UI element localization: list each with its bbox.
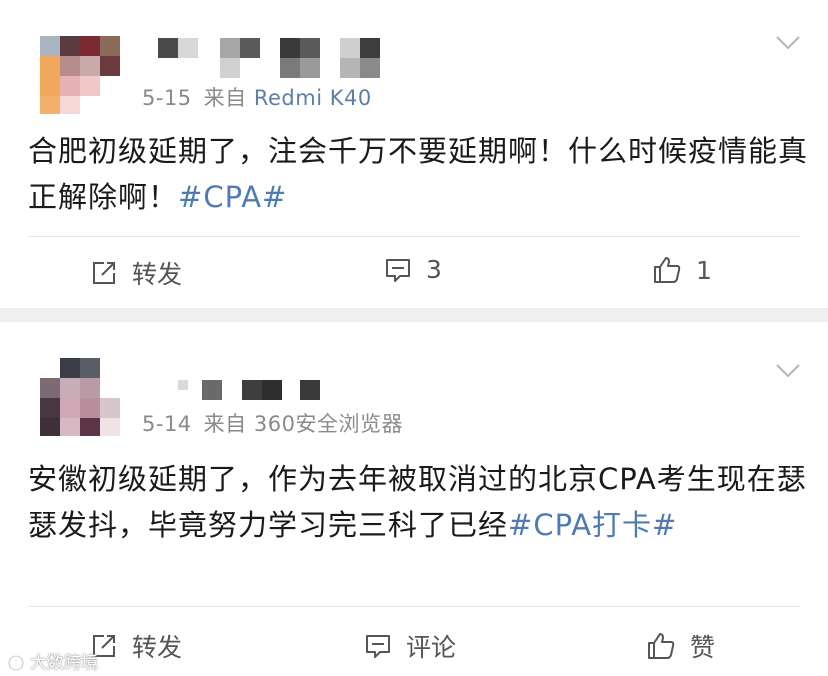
comment-button[interactable]: 评论	[364, 628, 456, 664]
post-text: 合肥初级延期了，注会千万不要延期啊！什么时候疫情能真正解除啊！#CPA#	[28, 128, 808, 220]
repost-button[interactable]: 转发	[90, 628, 182, 664]
source-prefix: 来自	[203, 412, 247, 436]
comment-icon	[366, 635, 390, 658]
comment-icon	[386, 258, 410, 282]
post-body: 安徽初级延期了，作为去年被取消过的北京CPA考生现在瑟瑟发抖，毕竟努力学习完三科…	[28, 462, 807, 542]
like-icon	[648, 633, 675, 659]
post-meta: 5-14 来自 360安全浏览器	[142, 408, 403, 438]
post-card-2: 5-14 来自 360安全浏览器 安徽初级延期了，作为去年被取消过的北京CPA考生…	[0, 322, 828, 676]
like-button[interactable]: 1	[652, 255, 712, 285]
watermark-text: 大数跨境	[30, 653, 98, 673]
avatar[interactable]	[40, 36, 122, 114]
like-count: 1	[696, 255, 712, 285]
watermark: 大数跨境	[6, 648, 98, 673]
hashtag-link[interactable]: #CPA打卡#	[508, 508, 677, 542]
repost-icon	[93, 262, 115, 284]
watermark-logo-icon	[8, 655, 24, 671]
post-separator	[0, 308, 828, 322]
comment-label: 评论	[406, 633, 457, 662]
avatar[interactable]	[40, 358, 122, 436]
post-date: 5-14	[142, 412, 192, 436]
repost-label: 转发	[132, 633, 183, 662]
comment-button[interactable]: 3	[384, 255, 442, 284]
post-date: 5-15	[142, 86, 192, 110]
hashtag-link[interactable]: #CPA#	[178, 180, 287, 214]
like-icon	[654, 257, 681, 283]
repost-button[interactable]: 转发	[90, 255, 182, 291]
post-source[interactable]: 360安全浏览器	[254, 412, 403, 436]
post-meta: 5-15 来自 Redmi K40	[142, 82, 372, 112]
source-prefix: 来自	[203, 86, 247, 110]
repost-label: 转发	[132, 260, 183, 289]
post-text: 安徽初级延期了，作为去年被取消过的北京CPA考生现在瑟瑟发抖，毕竟努力学习完三科…	[28, 456, 808, 548]
post-source[interactable]: Redmi K40	[254, 86, 372, 110]
divider	[28, 236, 800, 237]
divider	[28, 606, 800, 607]
like-button[interactable]: 赞	[646, 628, 715, 664]
like-label: 赞	[690, 633, 716, 662]
post-card-1: 5-15 来自 Redmi K40 合肥初级延期了，注会千万不要延期啊！什么时候疫…	[0, 0, 828, 308]
username-blurred[interactable]	[158, 38, 388, 80]
chevron-down-icon[interactable]	[776, 36, 800, 50]
post-body: 合肥初级延期了，注会千万不要延期啊！什么时候疫情能真正解除啊！	[28, 134, 809, 214]
chevron-down-icon[interactable]	[776, 364, 800, 378]
comment-count: 3	[426, 255, 442, 284]
